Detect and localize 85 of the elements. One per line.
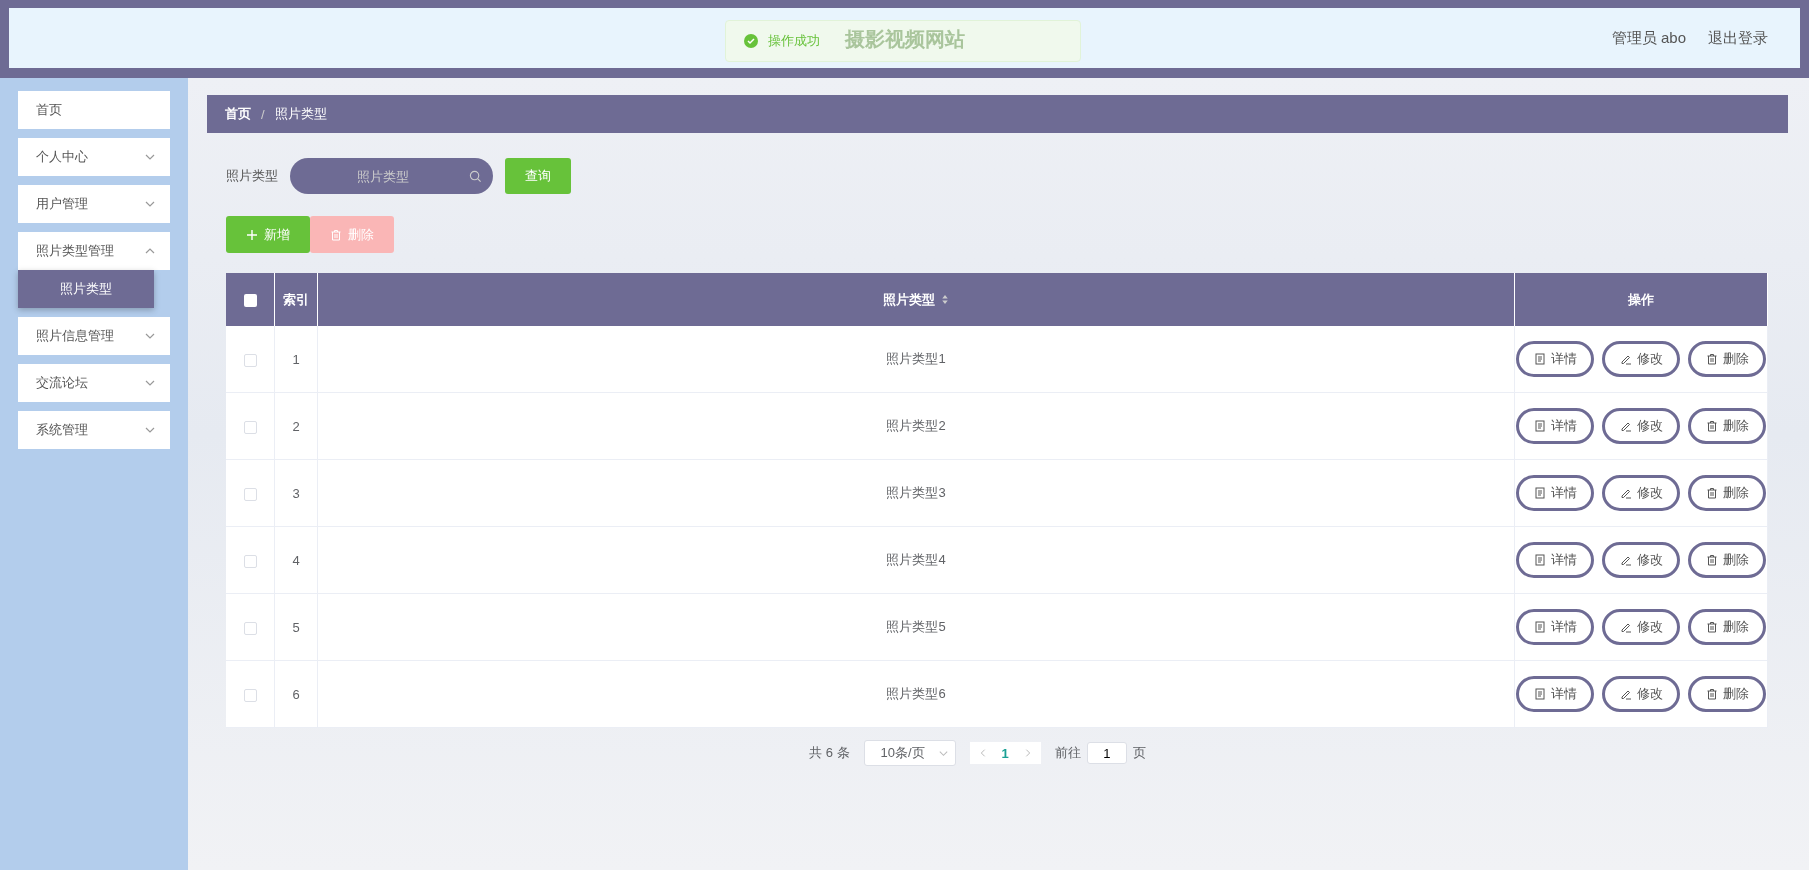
table-cell: 1 (274, 326, 318, 393)
plus-icon (246, 228, 258, 241)
column-header: 索引 (283, 290, 309, 309)
delete-button[interactable]: 删除 (1688, 542, 1766, 578)
trash-icon (1705, 688, 1718, 700)
document-icon (1533, 420, 1546, 432)
pencil-icon (1619, 353, 1632, 365)
goto-page-field[interactable]: 1 (1086, 742, 1127, 764)
edit-button[interactable]: 修改 (1602, 609, 1680, 645)
table-cell: 照片类型5 (317, 593, 1515, 661)
document-icon (1533, 554, 1546, 566)
detail-button[interactable]: 详情 (1516, 609, 1594, 645)
table-cell: 照片类型4 (317, 526, 1515, 594)
column-header: 操作 (1628, 290, 1654, 309)
row-checkbox[interactable] (243, 554, 257, 568)
delete-button[interactable]: 删除 (1688, 609, 1766, 645)
document-icon (1533, 621, 1546, 633)
row-checkbox[interactable] (243, 487, 257, 501)
detail-button[interactable]: 详情 (1516, 542, 1594, 578)
select-all-checkbox[interactable] (243, 294, 257, 308)
breadcrumb-separator: / (261, 106, 265, 122)
page-size-select[interactable]: 10条/页 (863, 740, 956, 766)
table-cell: 6 (274, 660, 318, 728)
sidebar-item[interactable]: 照片类型管理 (18, 232, 170, 270)
table-cell: 照片类型6 (317, 660, 1515, 728)
table-cell: 照片类型1 (317, 326, 1515, 393)
table-cell: 3 (274, 459, 318, 527)
document-icon (1533, 353, 1546, 365)
sidebar-item[interactable]: 个人中心 (18, 138, 170, 176)
sidebar-item[interactable]: 用户管理 (18, 185, 170, 223)
pencil-icon (1619, 688, 1632, 700)
trash-icon (330, 228, 342, 241)
detail-button[interactable]: 详情 (1516, 408, 1594, 444)
table-cell: 照片类型3 (317, 459, 1515, 527)
edit-button[interactable]: 修改 (1602, 341, 1680, 377)
search-icon (469, 170, 482, 183)
toast-message: 操作成功 (768, 32, 820, 50)
page-suffix: 页 (1132, 744, 1146, 762)
row-checkbox[interactable] (243, 621, 257, 635)
edit-button[interactable]: 修改 (1602, 408, 1680, 444)
row-checkbox[interactable] (243, 420, 257, 434)
delete-button[interactable]: 删除 (1688, 341, 1766, 377)
search-field[interactable]: 照片类型 (290, 158, 493, 194)
trash-icon (1705, 353, 1718, 365)
sidebar-item[interactable]: 系统管理 (18, 411, 170, 449)
sort-icon[interactable] (941, 294, 949, 305)
logout-link[interactable]: 退出登录 (1708, 28, 1768, 48)
edit-button[interactable]: 修改 (1602, 475, 1680, 511)
column-header[interactable]: 照片类型 (883, 290, 935, 309)
sidebar-item[interactable]: 首页 (18, 91, 170, 129)
table-cell: 2 (274, 392, 318, 460)
site-title: 摄影视频网站 (845, 27, 965, 52)
row-checkbox[interactable] (243, 353, 257, 367)
table-cell: 4 (274, 526, 318, 594)
total-count: 共 6 条 (809, 744, 850, 762)
document-icon (1533, 487, 1546, 499)
sidebar-item[interactable]: 照片信息管理 (18, 317, 170, 355)
breadcrumb-item: 照片类型 (274, 105, 327, 123)
edit-button[interactable]: 修改 (1602, 676, 1680, 712)
trash-icon (1705, 420, 1718, 432)
document-icon (1533, 688, 1546, 700)
trash-icon (1705, 621, 1718, 633)
user-label: 管理员 abo (1611, 28, 1686, 48)
table-cell: 5 (274, 593, 318, 661)
pencil-icon (1619, 621, 1632, 633)
table-cell: 照片类型2 (317, 392, 1515, 460)
breadcrumb-item[interactable]: 首页 (225, 105, 251, 123)
pencil-icon (1619, 420, 1632, 432)
delete-button[interactable]: 删除 (1688, 475, 1766, 511)
check-circle-icon (744, 34, 758, 48)
delete-button[interactable]: 删除 (1688, 408, 1766, 444)
pencil-icon (1619, 487, 1632, 499)
search-label: 照片类型 (226, 167, 278, 185)
sidebar-subitem[interactable]: 照片类型 (18, 270, 154, 308)
detail-button[interactable]: 详情 (1516, 676, 1594, 712)
pencil-icon (1619, 554, 1632, 566)
trash-icon (1705, 487, 1718, 499)
edit-button[interactable]: 修改 (1602, 542, 1680, 578)
delete-button[interactable]: 删除 (1688, 676, 1766, 712)
goto-label: 前往 (1054, 744, 1081, 762)
detail-button[interactable]: 详情 (1516, 475, 1594, 511)
detail-button[interactable]: 详情 (1516, 341, 1594, 377)
trash-icon (1705, 554, 1718, 566)
row-checkbox[interactable] (243, 688, 257, 702)
sidebar-item[interactable]: 交流论坛 (18, 364, 170, 402)
